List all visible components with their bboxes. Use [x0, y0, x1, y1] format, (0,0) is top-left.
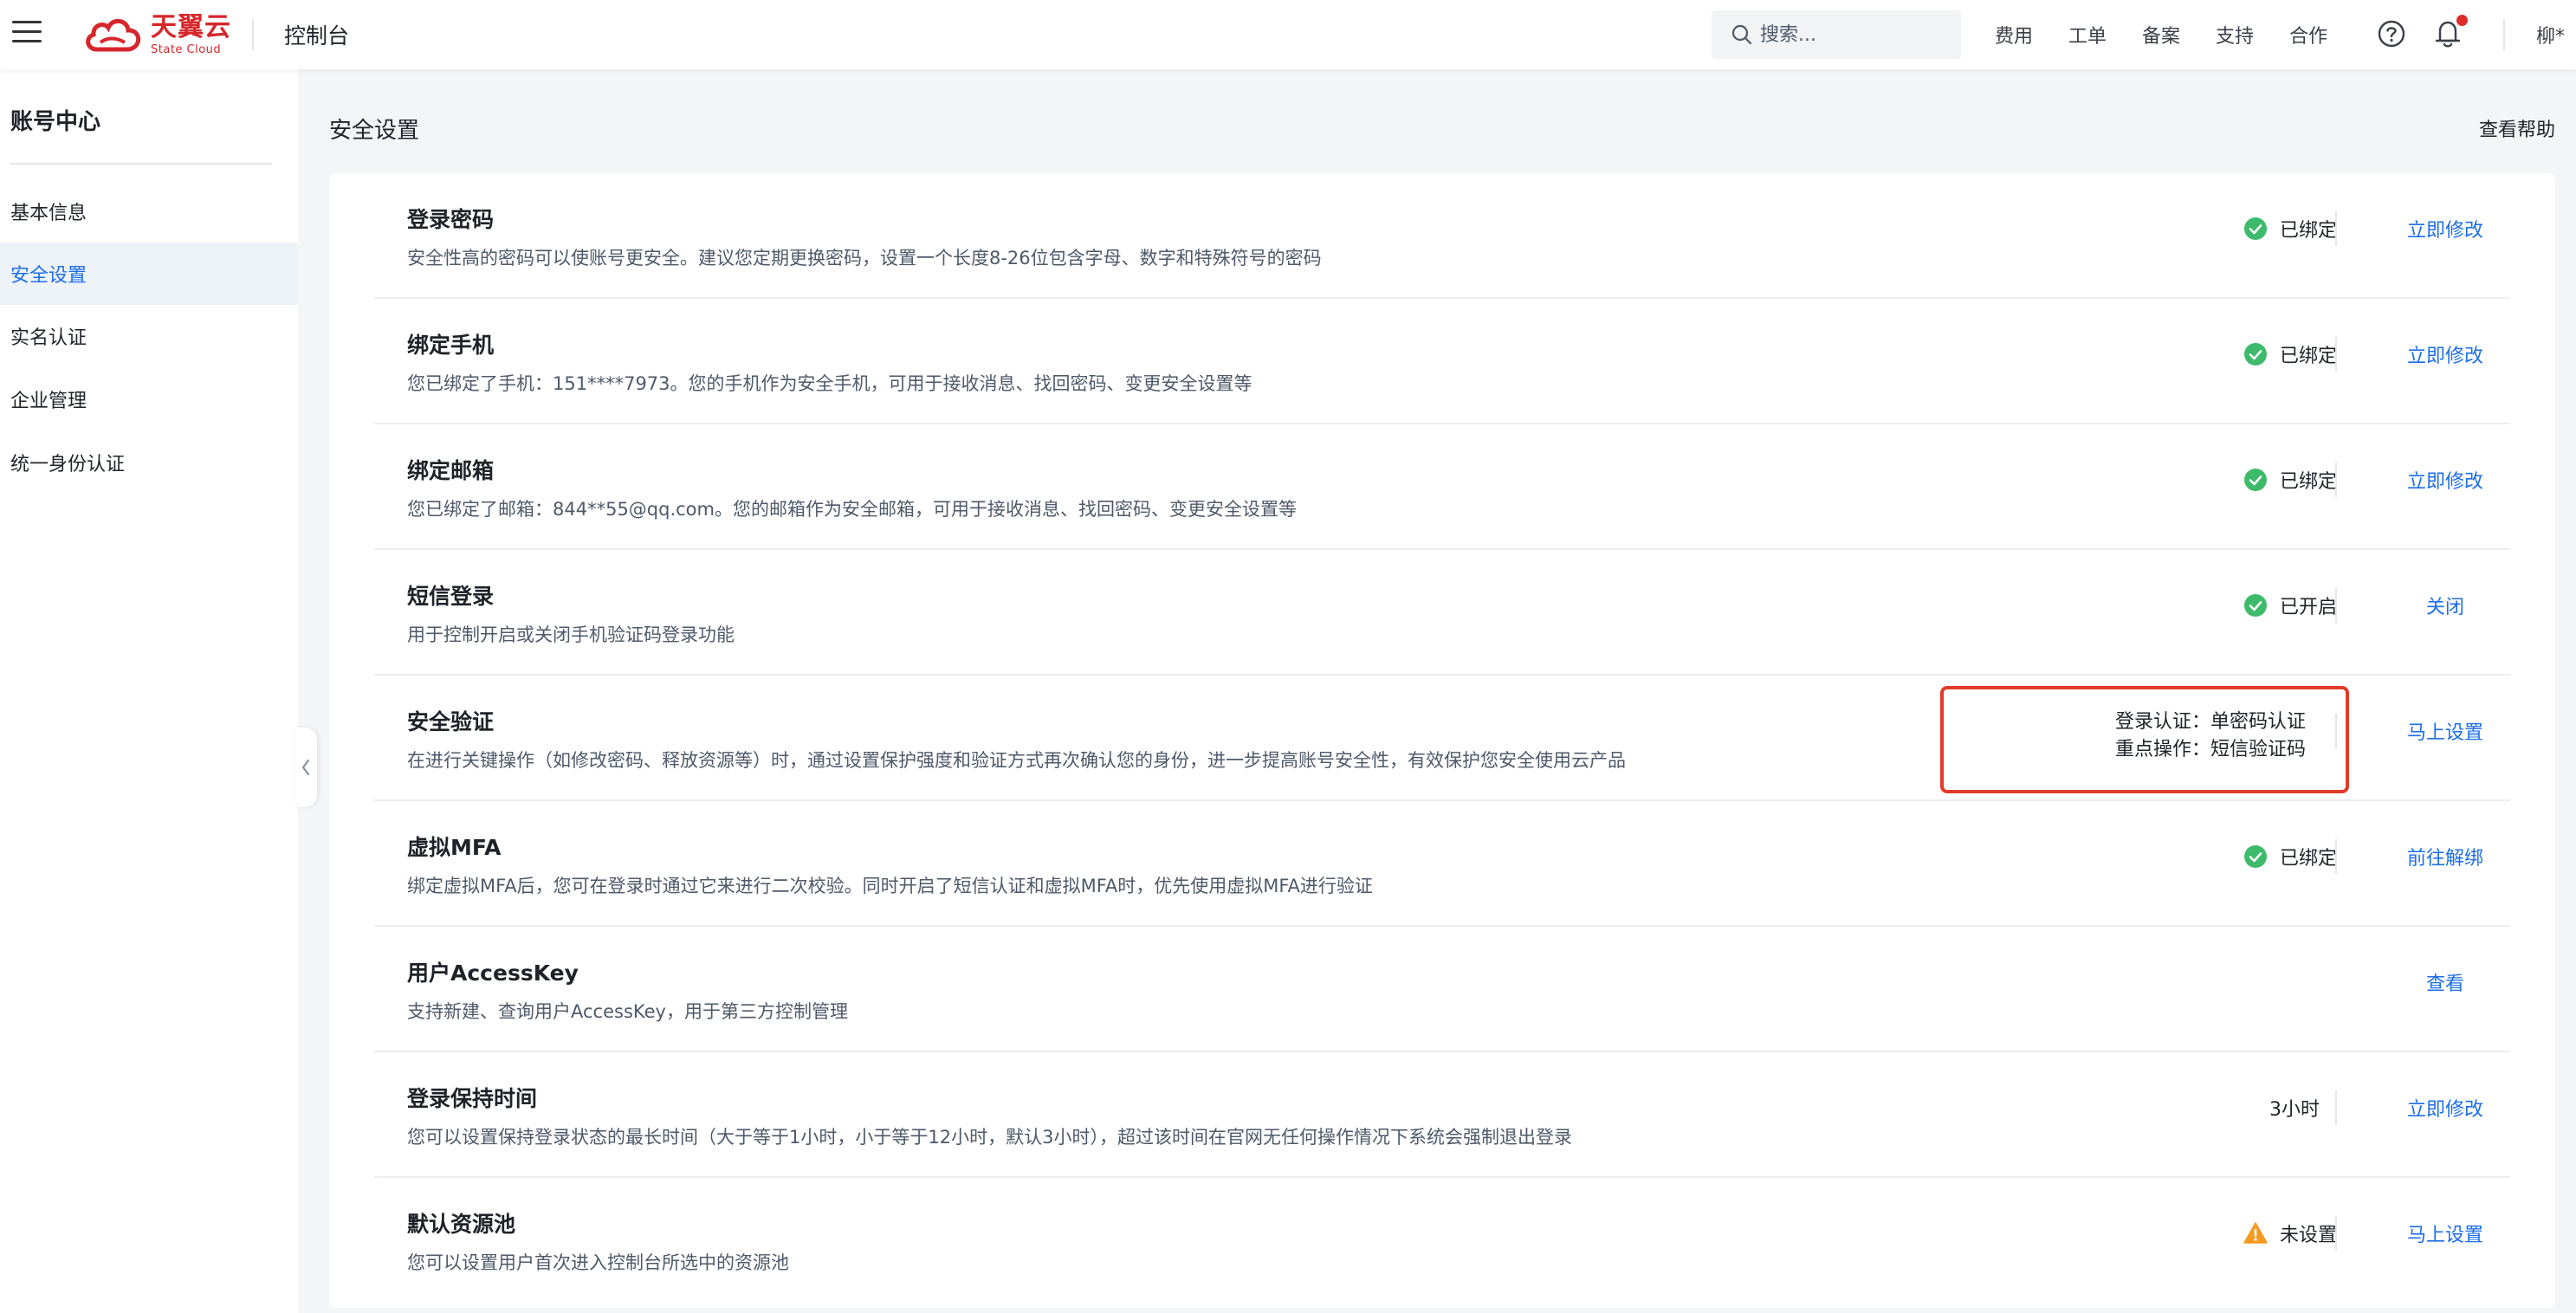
status-text: 已开启: [2279, 597, 2337, 618]
row-desc: 安全性高的密码可以使账号更安全。建议您定期更换密码，设置一个长度8-26位包含字…: [407, 248, 1322, 268]
sidebar: 账号中心 基本信息 安全设置 实名认证 企业管理 统一身份认证: [0, 69, 298, 1313]
sidebar-item-identity[interactable]: 统一身份认证: [0, 431, 298, 494]
setting-row-mfa: 虚拟MFA 绑定虚拟MFA后，您可在登录时通过它来进行二次校验。同时开启了短信认…: [374, 801, 2510, 927]
status-badge: 已绑定: [2243, 843, 2337, 870]
header-divider-right: [2503, 19, 2505, 50]
row-title: 登录密码: [407, 207, 495, 232]
nav-ticket[interactable]: 工单: [2068, 21, 2107, 49]
row-desc: 您已绑定了手机：151****7973。您的手机作为安全手机，可用于接收消息、找…: [407, 373, 1252, 394]
row-title: 短信登录: [407, 584, 495, 609]
row-separator: [2335, 588, 2337, 623]
status-text: 已绑定: [2279, 848, 2337, 870]
check-circle-icon: [2243, 343, 2267, 365]
row-title: 绑定手机: [407, 333, 495, 358]
setting-row-email: 绑定邮箱 您已绑定了邮箱：844**55@qq.com。您的邮箱作为安全邮箱，可…: [374, 424, 2510, 550]
row-separator: [2335, 462, 2337, 497]
row-desc: 您已绑定了邮箱：844**55@qq.com。您的邮箱作为安全邮箱，可用于接收消…: [407, 499, 1297, 520]
warning-icon: [2243, 1222, 2268, 1244]
sidebar-collapse-button[interactable]: [294, 728, 317, 807]
check-circle-icon: [2243, 845, 2267, 868]
row-desc: 在进行关键操作（如修改密码、释放资源等）时，通过设置保护强度和验证方式再次确认您…: [407, 750, 1626, 771]
status-badge: 已绑定: [2243, 340, 2337, 368]
sidebar-item-basic-info[interactable]: 基本信息: [0, 180, 298, 243]
modify-email-link[interactable]: 立即修改: [2406, 466, 2484, 494]
row-separator: [2335, 211, 2337, 246]
status-text: 已绑定: [2279, 471, 2337, 493]
search-box[interactable]: [1712, 10, 1961, 59]
view-accesskey-link[interactable]: 查看: [2406, 968, 2484, 996]
status-badge: 已绑定: [2243, 215, 2337, 243]
setup-verification-link[interactable]: 马上设置: [2406, 717, 2484, 745]
status-badge: 已绑定: [2243, 466, 2337, 494]
setting-row-password: 登录密码 安全性高的密码可以使账号更安全。建议您定期更换密码，设置一个长度8-2…: [374, 173, 2510, 299]
row-title: 绑定邮箱: [407, 458, 495, 483]
unbind-mfa-link[interactable]: 前往解绑: [2406, 843, 2484, 870]
row-separator: [2335, 337, 2337, 372]
logo[interactable]: 天翼云 State Cloud: [81, 12, 231, 57]
security-settings-panel: 登录密码 安全性高的密码可以使账号更安全。建议您定期更换密码，设置一个长度8-2…: [329, 173, 2555, 1308]
check-circle-icon: [2243, 594, 2267, 617]
check-circle-icon: [2243, 217, 2267, 240]
menu-icon[interactable]: [12, 21, 42, 47]
status-badge: 已开启: [2243, 592, 2337, 619]
row-separator: [2335, 839, 2337, 874]
disable-sms-login-link[interactable]: 关闭: [2406, 592, 2484, 619]
row-title: 安全验证: [407, 709, 495, 734]
sidebar-item-security[interactable]: 安全设置: [0, 243, 298, 305]
help-icon[interactable]: [2377, 19, 2406, 49]
nav-billing[interactable]: 费用: [1995, 21, 2033, 49]
nav-support[interactable]: 支持: [2216, 21, 2254, 49]
cloud-logo-icon: [86, 19, 141, 52]
row-title: 用户AccessKey: [407, 960, 579, 986]
page-title: 安全设置: [329, 118, 420, 144]
setting-row-phone: 绑定手机 您已绑定了手机：151****7973。您的手机作为安全手机，可用于接…: [374, 299, 2510, 424]
sidebar-item-enterprise[interactable]: 企业管理: [0, 368, 298, 430]
row-desc: 您可以设置用户首次进入控制台所选中的资源池: [407, 1252, 789, 1273]
modify-password-link[interactable]: 立即修改: [2406, 215, 2484, 243]
modify-phone-link[interactable]: 立即修改: [2406, 340, 2484, 368]
view-help-link[interactable]: 查看帮助: [2479, 114, 2555, 142]
top-bar: 天翼云 State Cloud 控制台 费用 工单 备案 支持 合作 柳*: [0, 0, 2576, 69]
row-title: 登录保持时间: [407, 1086, 538, 1111]
status-text: 未设置: [2279, 1225, 2337, 1246]
status-badge: 未设置: [2243, 1219, 2337, 1247]
nav-filing[interactable]: 备案: [2142, 21, 2180, 49]
header-divider: [252, 19, 254, 50]
chevron-left-icon: [301, 759, 310, 776]
row-title: 默认资源池: [407, 1212, 516, 1237]
row-separator: [2335, 1216, 2337, 1251]
sidebar-divider: [10, 163, 272, 165]
top-nav: 费用 工单 备案 支持 合作: [1995, 21, 2363, 49]
sidebar-item-realname[interactable]: 实名认证: [0, 305, 298, 367]
status-text: 3小时: [2269, 1099, 2320, 1121]
session-duration-value: 3小时: [2269, 1094, 2320, 1122]
setting-row-default-pool: 默认资源池 您可以设置用户首次进入控制台所选中的资源池 未设置 马上设置: [374, 1178, 2510, 1303]
setting-row-sms-login: 短信登录 用于控制开启或关闭手机验证码登录功能 已开启 关闭: [374, 550, 2510, 676]
status-text: 已绑定: [2279, 220, 2337, 242]
status-text: 已绑定: [2279, 346, 2337, 367]
modify-session-duration-link[interactable]: 立即修改: [2406, 1094, 2484, 1122]
search-icon: [1731, 24, 1752, 45]
setup-default-pool-link[interactable]: 马上设置: [2406, 1219, 2484, 1247]
check-circle-icon: [2243, 469, 2267, 491]
sidebar-title: 账号中心: [10, 109, 101, 135]
console-title[interactable]: 控制台: [284, 19, 349, 50]
nav-partner[interactable]: 合作: [2289, 21, 2327, 49]
search-input[interactable]: [1760, 23, 1951, 46]
setting-row-accesskey: 用户AccessKey 支持新建、查询用户AccessKey，用于第三方控制管理…: [374, 927, 2510, 1052]
notification-dot: [2456, 15, 2468, 26]
user-menu[interactable]: 柳*: [2536, 21, 2565, 49]
highlight-annotation-box: [1940, 686, 2349, 793]
logo-cn-text: 天翼云: [151, 11, 231, 42]
row-desc: 支持新建、查询用户AccessKey，用于第三方控制管理: [407, 1001, 848, 1022]
row-desc: 用于控制开启或关闭手机验证码登录功能: [407, 624, 735, 645]
row-desc: 您可以设置保持登录状态的最长时间（大于等于1小时，小于等于12小时，默认3小时）…: [407, 1127, 1572, 1148]
row-title: 虚拟MFA: [407, 835, 502, 860]
row-separator: [2335, 1090, 2337, 1125]
setting-row-session-duration: 登录保持时间 您可以设置保持登录状态的最长时间（大于等于1小时，小于等于12小时…: [374, 1052, 2510, 1178]
row-desc: 绑定虚拟MFA后，您可在登录时通过它来进行二次校验。同时开启了短信认证和虚拟MF…: [407, 876, 1373, 896]
logo-en-text: State Cloud: [151, 42, 222, 56]
